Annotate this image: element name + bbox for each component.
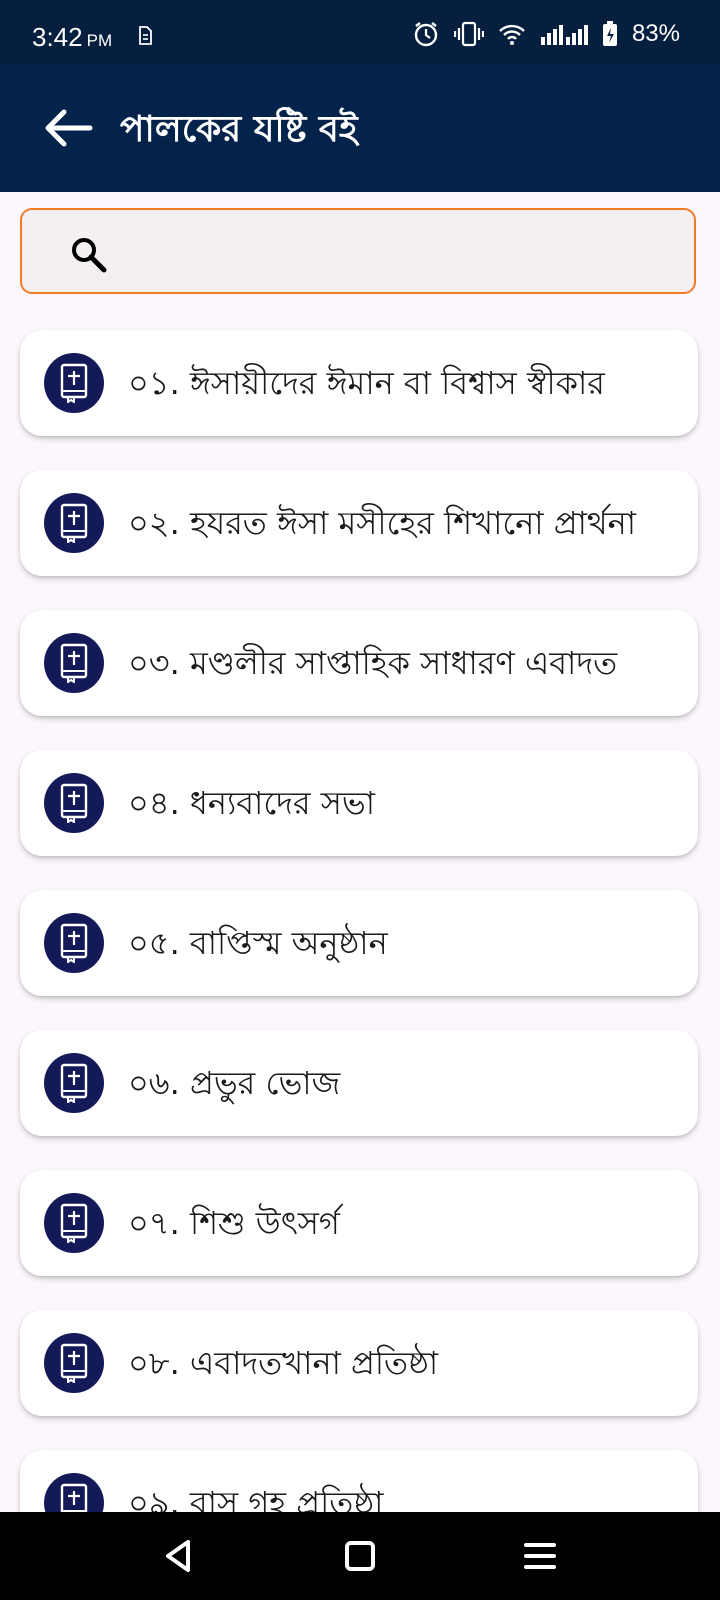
wifi-icon xyxy=(499,24,525,45)
book-cross-icon xyxy=(44,493,104,553)
app-bar: পালকের যষ্টি বই xyxy=(0,64,720,192)
book-cross-icon xyxy=(44,633,104,693)
status-time: 3:42 PM xyxy=(32,22,112,53)
search-input[interactable] xyxy=(132,226,676,280)
list-item[interactable]: ০১. ঈসায়ীদের ঈমান বা বিশ্বাস স্বীকার xyxy=(20,330,698,436)
list-item[interactable]: ০৪. ধন্যবাদের সভা xyxy=(20,750,698,856)
list-item-label: ০৮. এবাদতখানা প্রতিষ্ঠা xyxy=(128,1344,439,1382)
list-item[interactable]: ০৩. মণ্ডলীর সাপ্তাহিক সাধারণ এবাদত xyxy=(20,610,698,716)
battery-percentage: 83% xyxy=(631,20,680,47)
arrow-left-icon[interactable] xyxy=(40,106,94,150)
battery-charging-icon xyxy=(602,21,617,46)
status-time-value: 3:42 xyxy=(32,22,83,52)
signal-icon xyxy=(540,25,588,45)
list-item-label: ০১. ঈসায়ীদের ঈমান বা বিশ্বাস স্বীকার xyxy=(128,364,605,402)
nav-back-icon[interactable] xyxy=(158,1536,198,1576)
book-cross-icon xyxy=(44,353,104,413)
list-item[interactable]: ০২. হযরত ঈসা মসীহের শিখানো প্রার্থনা xyxy=(20,470,698,576)
status-ampm: PM xyxy=(86,31,113,50)
book-cross-icon xyxy=(44,1053,104,1113)
book-cross-icon xyxy=(44,1193,104,1253)
sim-icon xyxy=(139,26,152,45)
list-item-label: ০৪. ধন্যবাদের সভা xyxy=(128,784,376,822)
nav-home-icon[interactable] xyxy=(340,1536,380,1576)
search-icon xyxy=(72,238,107,273)
list-item-label: ০৭. শিশু উৎসর্গ xyxy=(128,1204,340,1242)
book-cross-icon xyxy=(44,913,104,973)
list-item[interactable]: ০৭. শিশু উৎসর্গ xyxy=(20,1170,698,1276)
page-title: পালকের যষ্টি বই xyxy=(120,109,358,150)
vibrate-icon xyxy=(453,21,484,47)
list-item-label: ০৩. মণ্ডলীর সাপ্তাহিক সাধারণ এবাদত xyxy=(128,644,618,682)
system-nav-bar xyxy=(0,1512,720,1600)
status-bar: 3:42 PM 83% xyxy=(0,0,720,64)
list-item-label: ০২. হযরত ঈসা মসীহের শিখানো প্রার্থনা xyxy=(128,504,637,542)
nav-menu-icon[interactable] xyxy=(520,1536,560,1576)
list-item[interactable]: ০৬. প্রভুর ভোজ xyxy=(20,1030,698,1136)
book-cross-icon xyxy=(44,773,104,833)
list-item[interactable]: ০৮. এবাদতখানা প্রতিষ্ঠা xyxy=(20,1310,698,1416)
status-icons: 83% xyxy=(412,20,680,48)
search-box[interactable] xyxy=(20,208,696,294)
alarm-icon xyxy=(414,22,438,47)
list-item-label: ০৫. বাপ্তিস্ম অনুষ্ঠান xyxy=(128,924,388,962)
list-item-label: ০৬. প্রভুর ভোজ xyxy=(128,1064,341,1102)
list-item[interactable]: ০৫. বাপ্তিস্ম অনুষ্ঠান xyxy=(20,890,698,996)
book-cross-icon xyxy=(44,1333,104,1393)
